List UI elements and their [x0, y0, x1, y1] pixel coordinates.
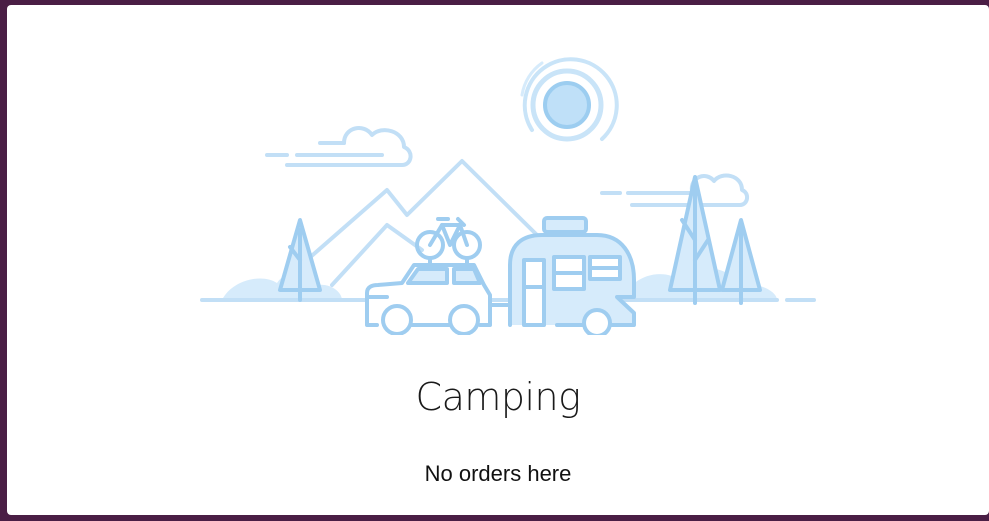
bicycle-icon — [415, 217, 482, 267]
tree-icon — [278, 218, 322, 302]
empty-state-message: No orders here — [424, 461, 572, 486]
empty-state-card: Camping No orders here — [7, 5, 989, 515]
empty-state-title: Camping — [415, 375, 581, 419]
sun-icon — [520, 57, 619, 142]
car-icon — [365, 263, 512, 335]
tree-icon — [720, 218, 762, 305]
cloud-icon — [600, 173, 749, 207]
camping-illustration — [200, 57, 816, 335]
camper-trailer-icon — [508, 216, 636, 335]
tree-icon — [668, 175, 722, 305]
cloud-icon — [265, 126, 413, 167]
window-frame: Camping No orders here — [0, 0, 989, 521]
